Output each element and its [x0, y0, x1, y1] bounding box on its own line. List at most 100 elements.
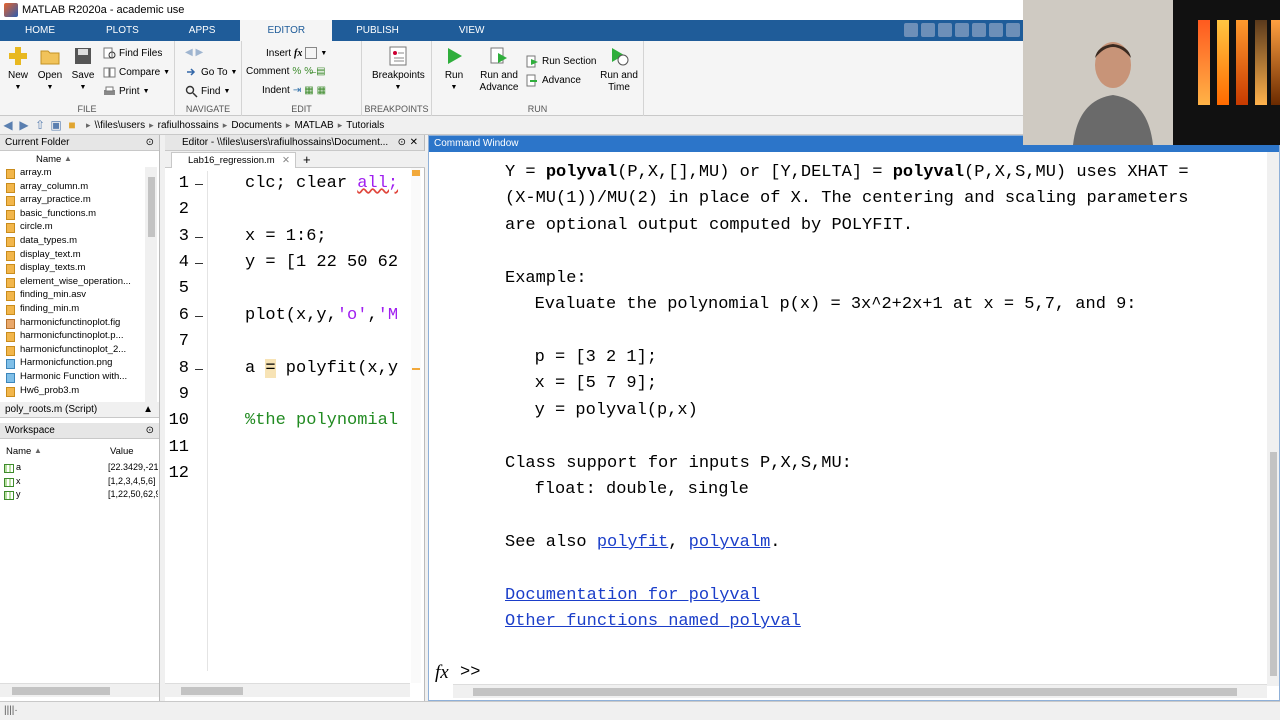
file-tab[interactable]: Lab16_regression.m ✕ — [171, 152, 296, 168]
run-button[interactable]: Run ▼ — [440, 45, 468, 94]
print-button[interactable]: Print ▼ — [103, 85, 150, 98]
file-item[interactable]: finding_min.m — [0, 303, 145, 317]
file-item[interactable]: array_column.m — [0, 181, 145, 195]
breakpoint-dash[interactable] — [195, 263, 203, 264]
documentation-link[interactable]: Documentation for polyval — [505, 586, 760, 605]
switch-windows-icon[interactable] — [1006, 23, 1020, 37]
fx-icon[interactable]: fx — [294, 48, 302, 59]
file-item[interactable]: Harmonicfunction.png — [0, 357, 145, 371]
code-line[interactable]: %the polynomial — [245, 411, 398, 430]
warning-marker[interactable] — [412, 170, 420, 176]
scrollbar-thumb[interactable] — [473, 688, 1237, 696]
save-quick-icon[interactable] — [904, 23, 918, 37]
scrollbar-thumb[interactable] — [181, 687, 243, 695]
file-item[interactable]: array_practice.m — [0, 194, 145, 208]
workspace-row[interactable]: y [1,22,50,62,9 — [0, 489, 160, 503]
new-button[interactable]: New ▼ — [4, 45, 32, 94]
browse-folder-icon[interactable]: ▣ — [48, 118, 64, 132]
cut-quick-icon[interactable] — [921, 23, 935, 37]
fx-prompt-icon[interactable]: fx — [435, 662, 449, 684]
panel-menu-icon[interactable]: ⊙ — [146, 135, 154, 151]
code-line[interactable]: y = [1 22 50 62 — [245, 253, 398, 272]
go-to-button[interactable]: Go To ▼ — [185, 66, 237, 79]
command-hscrollbar[interactable] — [453, 684, 1267, 698]
ws-value-header[interactable]: Value — [110, 446, 134, 457]
folder-small-icon[interactable]: ■ — [64, 118, 80, 132]
other-functions-link[interactable]: Other functions named polyval — [505, 612, 801, 631]
workspace-row[interactable]: x [1,2,3,4,5,6] — [0, 476, 160, 490]
run-and-time-button[interactable]: Run and Time — [598, 45, 640, 94]
file-list-scrollbar[interactable] — [145, 167, 157, 403]
scrollbar-thumb[interactable] — [1270, 452, 1277, 676]
code-line[interactable]: x = 1:6; — [245, 227, 327, 246]
code-line[interactable]: plot(x,y,'o','M — [245, 306, 398, 325]
code-area[interactable]: 1 2 3 4 5 6 7 8 9 10 11 12 clc; clear al… — [165, 171, 410, 671]
insert-function-icon[interactable] — [305, 47, 318, 59]
scrollbar-thumb[interactable] — [148, 177, 155, 237]
breadcrumb-documents[interactable]: Documents — [227, 120, 286, 131]
insert-button[interactable]: Insert fx ▼ — [266, 47, 327, 59]
file-item[interactable]: array.m — [0, 167, 145, 181]
file-item[interactable]: harmonicfunctinoplot_2... — [0, 344, 145, 358]
polyfit-link[interactable]: polyfit — [597, 533, 668, 552]
file-item[interactable]: harmonicfunctinoplot.p... — [0, 330, 145, 344]
paste-quick-icon[interactable] — [955, 23, 969, 37]
tab-view[interactable]: VIEW — [414, 20, 500, 41]
tab-plots[interactable]: PLOTS — [70, 20, 154, 41]
advance-button[interactable]: Advance — [526, 74, 581, 87]
breadcrumb-tutorials[interactable]: Tutorials — [342, 120, 388, 131]
close-icon[interactable]: ✕ — [410, 135, 418, 151]
increase-indent-icon[interactable]: ▦ — [304, 85, 313, 96]
decrease-indent-icon[interactable]: ▦ — [317, 85, 326, 96]
breakpoint-dash[interactable] — [195, 369, 203, 370]
file-item[interactable]: finding_min.asv — [0, 289, 145, 303]
comment-toggle-icon[interactable]: %̶ — [304, 66, 313, 77]
nav-back-forward[interactable]: ◀ ▶ — [185, 47, 203, 58]
run-and-advance-button[interactable]: Run and Advance — [478, 45, 520, 94]
comment-button[interactable]: Comment% %̶ ▤ — [246, 66, 326, 77]
code-line[interactable]: clc; clear all; — [245, 174, 398, 193]
compare-button[interactable]: Compare ▼ — [103, 66, 170, 79]
breakpoint-dash[interactable] — [195, 237, 203, 238]
editor-hscrollbar[interactable] — [165, 683, 410, 697]
file-item[interactable]: circle.m — [0, 221, 145, 235]
file-item[interactable]: display_text.m — [0, 249, 145, 263]
ws-name-header[interactable]: Name — [6, 446, 31, 457]
command-vscrollbar[interactable] — [1267, 152, 1279, 686]
file-item[interactable]: basic_functions.m — [0, 208, 145, 222]
warning-marker[interactable] — [412, 368, 420, 370]
file-item[interactable]: data_types.m — [0, 235, 145, 249]
close-tab-icon[interactable]: ✕ — [282, 155, 290, 166]
back-icon[interactable]: ◀ — [0, 118, 16, 132]
copy-quick-icon[interactable] — [938, 23, 952, 37]
breadcrumb-user[interactable]: rafiulhossains — [154, 120, 223, 131]
wrap-comments-icon[interactable]: ▤ — [316, 66, 325, 77]
percent-icon[interactable]: % — [292, 66, 301, 77]
panel-menu-icon[interactable]: ⊙ — [398, 135, 406, 151]
indent-button[interactable]: Indent ⇥ ▦ ▦ — [262, 85, 326, 96]
breadcrumb-root[interactable]: \\files\users — [91, 120, 150, 131]
workspace-row[interactable]: a [22.3429,-21 — [0, 462, 160, 476]
breakpoint-dash[interactable] — [195, 184, 203, 185]
workspace-hscrollbar[interactable] — [0, 683, 159, 697]
breakpoints-button[interactable]: Breakpoints ▼ — [372, 45, 425, 94]
undo-quick-icon[interactable] — [972, 23, 986, 37]
command-prompt[interactable]: >> — [460, 663, 480, 682]
tab-home[interactable]: HOME — [0, 20, 70, 41]
details-bar[interactable]: poly_roots.m (Script) ▲ — [0, 402, 159, 418]
tab-publish[interactable]: PUBLISH — [332, 20, 414, 41]
scrollbar-thumb[interactable] — [12, 687, 110, 695]
code-analyzer-bar[interactable] — [411, 168, 421, 683]
redo-quick-icon[interactable] — [989, 23, 1003, 37]
run-section-button[interactable]: Run Section — [526, 55, 596, 68]
open-button[interactable]: Open ▼ — [36, 45, 64, 94]
tab-editor[interactable]: EDITOR — [240, 20, 333, 41]
save-button[interactable]: Save ▼ — [69, 45, 97, 94]
polyvalm-link[interactable]: polyvalm — [689, 533, 771, 552]
code-line[interactable]: a = polyfit(x,y — [245, 359, 398, 378]
file-item[interactable]: display_texts.m — [0, 262, 145, 276]
find-files-button[interactable]: Find Files — [103, 47, 162, 60]
smart-indent-icon[interactable]: ⇥ — [293, 85, 301, 96]
breakpoint-dash[interactable] — [195, 316, 203, 317]
file-item[interactable]: Hw6_prob3.m — [0, 385, 145, 399]
